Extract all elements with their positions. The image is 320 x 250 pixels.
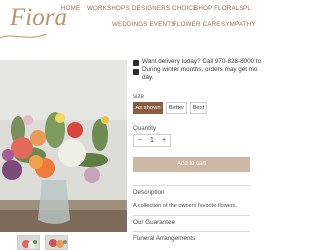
- product-image[interactable]: [0, 60, 127, 232]
- funeral-arrangements-toggle[interactable]: Funeral Arrangements: [133, 235, 195, 242]
- main-nav: HOME WORKSHOPS DESIGNERS CHOICE SHOP FLO…: [0, 5, 251, 13]
- size-option-best[interactable]: Best: [190, 102, 207, 114]
- guarantee-toggle[interactable]: Our Guarantee: [133, 219, 175, 226]
- thumbnail-image: [46, 236, 67, 249]
- notice-bullet-icon: [133, 69, 139, 75]
- nav-workshops[interactable]: WORKSHOPS: [87, 5, 130, 12]
- size-option-better[interactable]: Better: [166, 102, 187, 114]
- size-label: size: [133, 93, 145, 100]
- quantity-decrease-button[interactable]: −: [134, 135, 146, 146]
- quantity-stepper: − 1 +: [133, 134, 171, 147]
- add-to-cart-button[interactable]: Add to cart: [133, 157, 250, 172]
- divider: [133, 185, 250, 186]
- delivery-line-1: Want delivery today? Call 970-828-8000 t…: [142, 58, 262, 65]
- nav-flower-care[interactable]: FLOWER CARE: [173, 21, 221, 28]
- delivery-line-2: During winter months, orders may get mo: [142, 66, 258, 74]
- nav-sympathy[interactable]: SYMPATHY: [221, 21, 256, 28]
- nav-weddings-events[interactable]: WEDDINGS EVENTS: [112, 21, 176, 28]
- logo-swash-icon: [0, 33, 47, 39]
- size-option-as-shown[interactable]: As shown: [133, 102, 163, 114]
- quantity-increase-button[interactable]: +: [158, 135, 170, 146]
- nav-home[interactable]: HOME: [61, 5, 80, 12]
- bouquet-image: [0, 60, 127, 232]
- info-icon: [133, 60, 139, 66]
- nav-more[interactable]: PL: [243, 5, 251, 12]
- divider: [133, 215, 250, 216]
- delivery-line-3: day.: [142, 74, 154, 82]
- quantity-value[interactable]: 1: [146, 135, 158, 146]
- nav-designers-choice[interactable]: DESIGNERS CHOICE: [132, 5, 197, 12]
- quantity-label: Quantity: [133, 125, 157, 132]
- delivery-notice: Want delivery today? Call 970-828-8000 t…: [142, 58, 262, 83]
- nav-shop-florals[interactable]: SHOP FLORALS: [194, 5, 244, 12]
- description-text: A collection of the owners favorite flow…: [133, 203, 238, 209]
- thumbnail-1[interactable]: [17, 235, 40, 250]
- divider: [133, 231, 250, 232]
- thumbnail-2[interactable]: [45, 235, 68, 250]
- secondary-nav: WEDDINGS EVENTS FLOWER CARE SYMPATHY: [0, 21, 256, 29]
- thumbnail-image: [18, 236, 39, 249]
- description-toggle[interactable]: Description: [133, 189, 165, 196]
